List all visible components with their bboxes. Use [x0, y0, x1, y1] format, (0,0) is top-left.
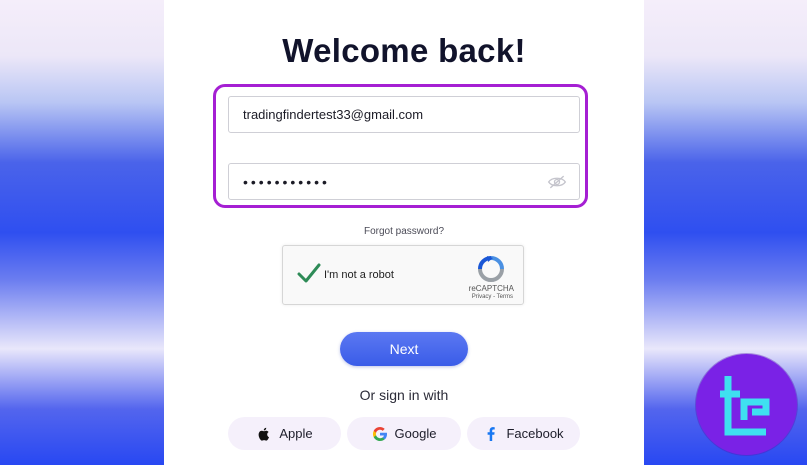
forgot-password-link[interactable]: Forgot password?: [164, 226, 644, 237]
recaptcha-widget: I'm not a robot reCAPTCHA Privacy - Term…: [282, 245, 524, 305]
eye-slash-icon[interactable]: [547, 174, 567, 190]
password-field[interactable]: •••••••••••: [228, 163, 580, 200]
email-field[interactable]: tradingfindertest33@gmail.com: [228, 96, 580, 133]
tradingfinder-logo-icon: [720, 376, 770, 436]
recaptcha-brand: reCAPTCHA: [468, 284, 514, 293]
next-button[interactable]: Next: [340, 332, 468, 366]
captcha-label: I'm not a robot: [324, 269, 394, 281]
checkmark-icon[interactable]: [297, 263, 321, 283]
brand-badge: [696, 354, 797, 455]
password-value: •••••••••••: [243, 173, 330, 190]
facebook-label: Facebook: [506, 426, 564, 441]
google-signin-button[interactable]: Google: [347, 417, 461, 450]
recaptcha-icon: [478, 256, 504, 282]
login-panel: Welcome back! tradingfindertest33@gmail.…: [164, 0, 644, 465]
google-label: Google: [394, 426, 437, 441]
or-sign-in-label: Or sign in with: [359, 387, 449, 403]
apple-signin-button[interactable]: Apple: [228, 417, 341, 450]
google-icon: [372, 426, 387, 441]
facebook-icon: [488, 426, 496, 441]
page-title: Welcome back!: [282, 32, 526, 69]
recaptcha-links[interactable]: Privacy - Terms: [472, 294, 513, 300]
apple-label: Apple: [279, 426, 313, 441]
facebook-signin-button[interactable]: Facebook: [467, 417, 580, 450]
apple-icon: [259, 427, 270, 441]
email-value: tradingfindertest33@gmail.com: [243, 107, 424, 122]
